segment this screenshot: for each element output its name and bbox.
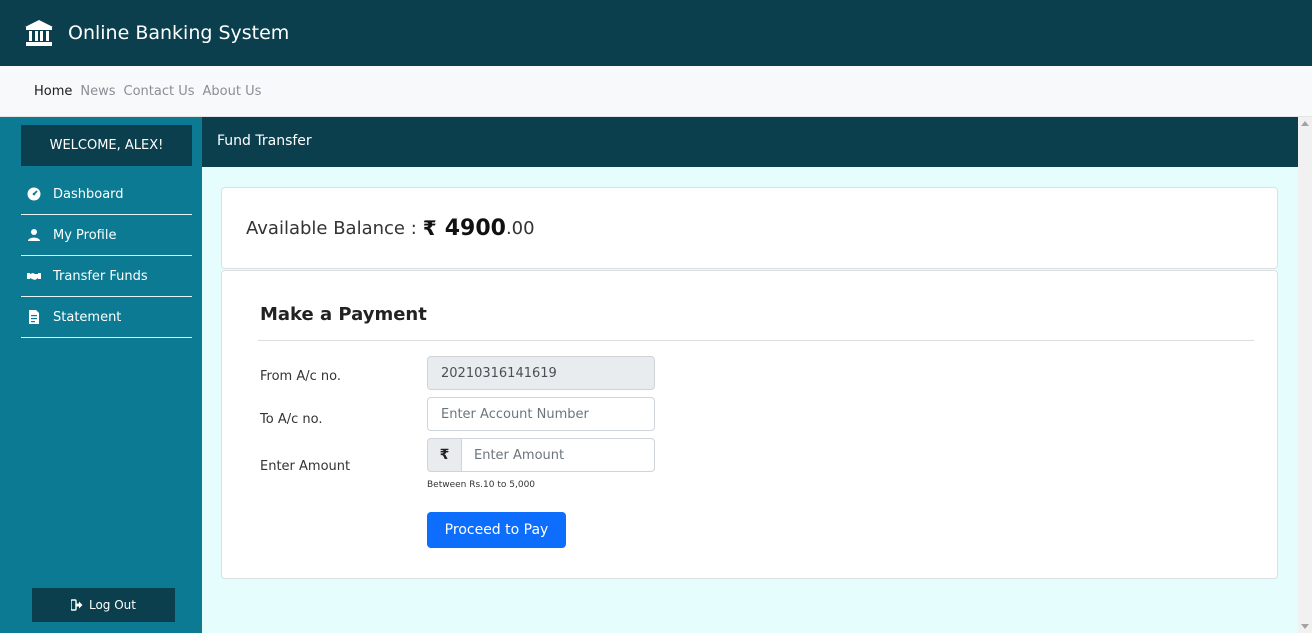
dashboard-icon (27, 187, 41, 201)
nav-home-link[interactable]: Home (34, 84, 72, 99)
sidebar-menu: Dashboard My Profile Transfer Funds Stat… (21, 174, 192, 338)
sidebar-item-my-profile[interactable]: My Profile (21, 215, 192, 256)
payment-card: Make a Payment From A/c no. To A/c no. E… (221, 270, 1278, 579)
to-account-label: To A/c no. (260, 412, 323, 427)
handshake-icon (27, 273, 41, 280)
bank-icon (25, 20, 53, 46)
scroll-up-icon[interactable] (1301, 121, 1309, 126)
sidebar: WELCOME, ALEX! Dashboard My Profile Tran (0, 117, 202, 633)
nav-news-link[interactable]: News (80, 84, 115, 99)
sidebar-item-label: Statement (53, 309, 122, 325)
sign-out-icon (70, 599, 83, 611)
sidebar-item-label: Transfer Funds (53, 268, 148, 284)
sidebar-item-transfer-funds[interactable]: Transfer Funds (21, 256, 192, 297)
nav-contact-link[interactable]: Contact Us (124, 84, 195, 99)
proceed-to-pay-button[interactable]: Proceed to Pay (427, 512, 566, 548)
sidebar-item-dashboard[interactable]: Dashboard (21, 174, 192, 215)
amount-hint: Between Rs.10 to 5,000 (427, 480, 536, 490)
balance-card: Available Balance : ₹ 4900 .00 (221, 187, 1278, 269)
scrollbar[interactable] (1298, 117, 1312, 633)
payment-title: Make a Payment (260, 304, 427, 325)
from-account-field[interactable] (427, 356, 655, 390)
top-nav: Home News Contact Us About Us (0, 66, 1312, 117)
rupee-icon: ₹ (422, 216, 437, 240)
sidebar-item-label: My Profile (53, 227, 117, 243)
rupee-icon: ₹ (427, 438, 461, 472)
balance-decimals: .00 (505, 217, 535, 239)
from-account-label: From A/c no. (260, 369, 341, 384)
logout-label: Log Out (88, 598, 136, 612)
welcome-banner: WELCOME, ALEX! (21, 125, 192, 166)
scroll-down-icon[interactable] (1301, 624, 1309, 629)
page-title: Fund Transfer (202, 117, 1298, 167)
app-header: Online Banking System (0, 0, 1312, 66)
sidebar-item-statement[interactable]: Statement (21, 297, 192, 338)
user-icon (28, 229, 40, 241)
amount-label: Enter Amount (260, 459, 351, 474)
amount-input-group: ₹ (427, 438, 655, 472)
amount-input[interactable] (461, 438, 655, 472)
app-title: Online Banking System (68, 22, 290, 44)
sidebar-item-label: Dashboard (53, 186, 124, 202)
to-account-input[interactable] (427, 397, 655, 431)
nav-about-link[interactable]: About Us (203, 84, 262, 99)
logout-button[interactable]: Log Out (32, 588, 175, 622)
balance-label: Available Balance : (246, 217, 417, 239)
balance-amount: 4900 (444, 215, 506, 241)
main-content: Fund Transfer Available Balance : ₹ 4900… (202, 117, 1298, 633)
document-icon (29, 310, 39, 324)
divider (258, 340, 1254, 341)
